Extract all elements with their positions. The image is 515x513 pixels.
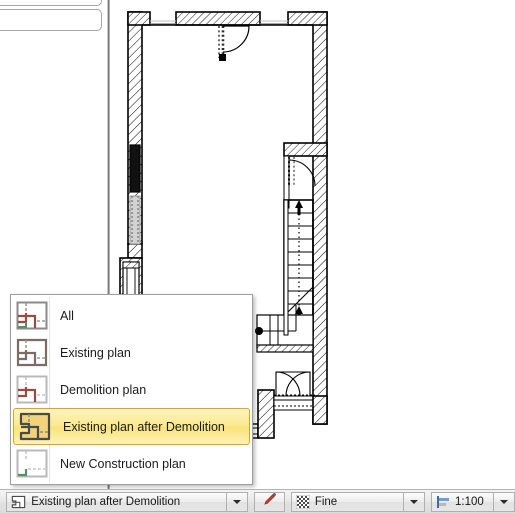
status-scale-value: 1:100 (455, 495, 484, 508)
checker-pattern-icon (295, 494, 310, 509)
plan-all-icon (15, 300, 49, 331)
menu-item-existing-plan-after-demolition[interactable]: Existing plan after Demolition (13, 408, 250, 445)
chevron-down-icon (409, 499, 418, 504)
panel-row-second[interactable] (0, 9, 102, 31)
status-quality-selector[interactable]: Fine (290, 491, 425, 512)
status-plan-selector-field[interactable]: Existing plan after Demolition (6, 491, 227, 512)
status-quality-field[interactable]: Fine (290, 491, 403, 512)
chevron-down-icon (500, 499, 509, 504)
status-pen-button[interactable] (254, 491, 285, 512)
menu-item-label: New Construction plan (60, 456, 186, 471)
status-scale-selector[interactable]: 1:100 (431, 491, 515, 512)
application-window: All Existing plan Demolition plan Existi… (0, 0, 515, 513)
menu-item-demolition-plan[interactable]: Demolition plan (11, 371, 252, 408)
status-scale-field[interactable]: 1:100 (431, 491, 494, 512)
menu-item-label: Existing plan (60, 345, 131, 360)
plan-existing-after-demolition-icon (11, 495, 26, 509)
marker-pen-icon (262, 491, 278, 512)
plan-new-construction-icon (15, 448, 49, 479)
status-quality-value: Fine (314, 495, 338, 508)
panel-row-top[interactable] (0, 0, 102, 6)
status-plan-selector-arrow[interactable] (226, 491, 249, 512)
plan-type-dropdown-menu[interactable]: All Existing plan Demolition plan Existi… (10, 294, 253, 485)
status-scale-arrow[interactable] (493, 491, 515, 512)
status-bar: Existing plan after Demolition Fine 1:10… (0, 489, 515, 513)
plan-existing-icon (15, 337, 49, 368)
menu-item-all[interactable]: All (11, 297, 252, 334)
status-plan-selector[interactable]: Existing plan after Demolition (6, 491, 249, 512)
status-quality-arrow[interactable] (402, 491, 425, 512)
status-plan-selector-value: Existing plan after Demolition (31, 495, 181, 508)
menu-item-label: Existing plan after Demolition (63, 419, 225, 434)
plan-existing-after-demolition-icon (18, 411, 52, 442)
plan-demolition-icon (15, 374, 49, 405)
menu-item-label: All (60, 308, 74, 323)
menu-item-new-construction-plan[interactable]: New Construction plan (11, 445, 252, 482)
menu-item-existing-plan[interactable]: Existing plan (11, 334, 252, 371)
menu-item-label: Demolition plan (60, 382, 147, 397)
chevron-down-icon (233, 499, 242, 504)
scale-ruler-icon (436, 495, 450, 509)
